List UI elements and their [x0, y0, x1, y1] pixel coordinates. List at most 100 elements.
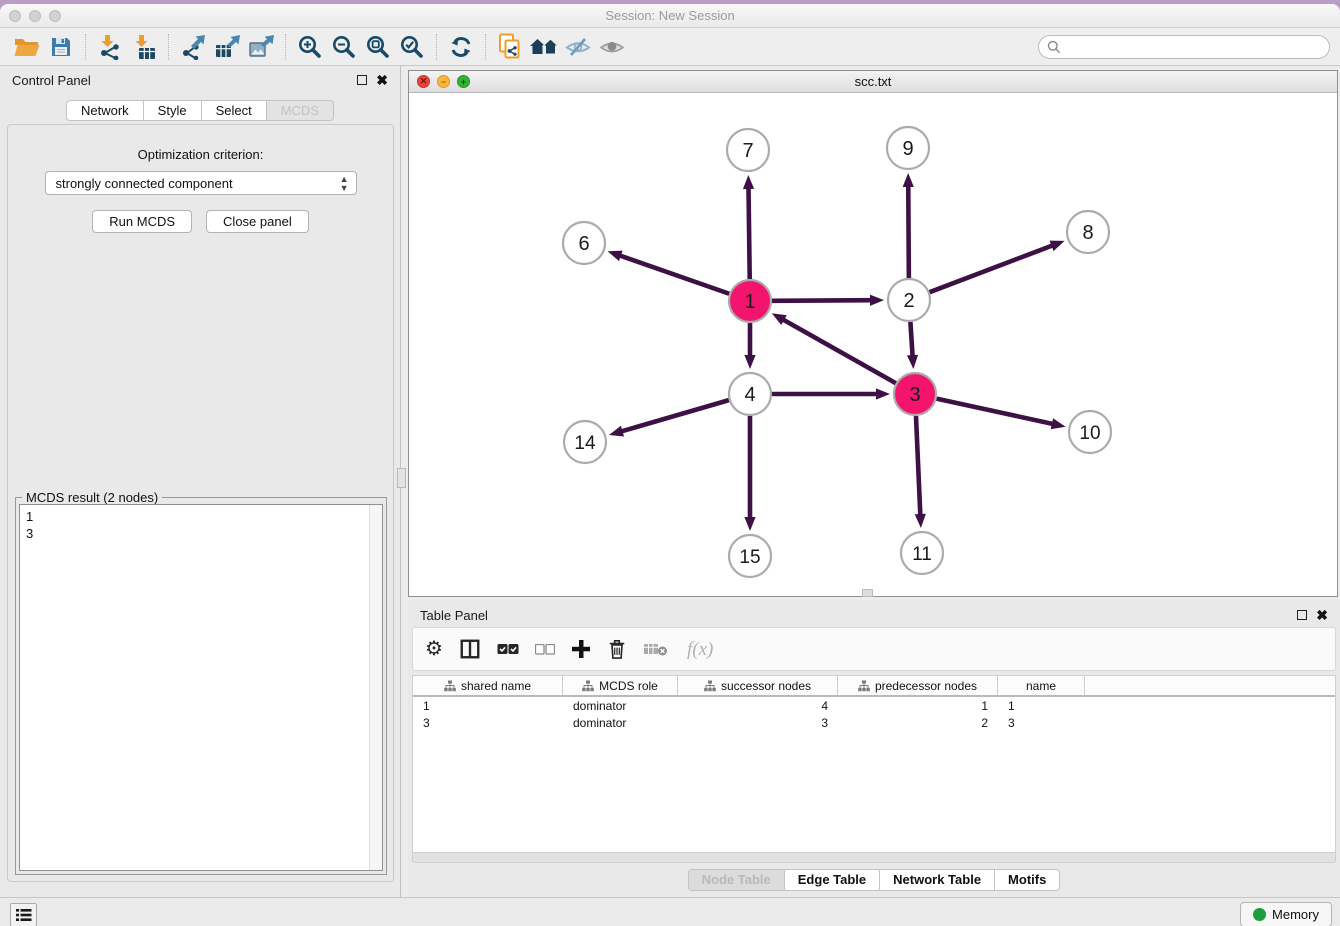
- network-window-titlebar[interactable]: ✕ − + scc.txt: [409, 71, 1337, 93]
- tab-motifs[interactable]: Motifs: [995, 869, 1060, 891]
- function-builder-icon[interactable]: f(x): [685, 637, 723, 661]
- network-canvas[interactable]: 7968124314101511: [409, 93, 1337, 596]
- open-file-icon[interactable]: [10, 31, 44, 63]
- mcds-panel: Optimization criterion: strongly connect…: [7, 124, 394, 882]
- toolbar-separator: [436, 34, 437, 60]
- hide-selected-eye-slash-icon[interactable]: [561, 31, 595, 63]
- column-sort-tree-icon: [704, 680, 716, 692]
- column-header-shared-name[interactable]: shared name: [413, 676, 563, 695]
- column-sort-tree-icon: [444, 680, 456, 692]
- apply-layout-refresh-icon[interactable]: [444, 31, 478, 63]
- add-column-icon[interactable]: [571, 639, 591, 659]
- column-header-predecessor-nodes[interactable]: predecessor nodes: [838, 676, 998, 695]
- criterion-value: strongly connected component: [56, 176, 233, 191]
- close-panel-icon[interactable]: ✖: [1316, 610, 1328, 620]
- table-cell[interactable]: 3: [998, 716, 1085, 730]
- table-cell[interactable]: dominator: [563, 716, 678, 730]
- save-session-icon[interactable]: [44, 31, 78, 63]
- mcds-result-text[interactable]: 13: [20, 505, 369, 870]
- table-tabs: Node Table Edge Table Network Table Moti…: [408, 869, 1340, 891]
- graph-node-label: 1: [744, 291, 755, 313]
- tab-network[interactable]: Network: [66, 100, 144, 121]
- column-header-MCDS-role[interactable]: MCDS role: [563, 676, 678, 695]
- graph-edge-1-7[interactable]: [748, 186, 749, 279]
- table-body: 1dominator4113dominator323: [413, 697, 1335, 731]
- export-image-icon[interactable]: [244, 31, 278, 63]
- select-all-columns-icon[interactable]: [497, 643, 519, 655]
- export-table-icon[interactable]: [210, 31, 244, 63]
- tab-edge-table[interactable]: Edge Table: [785, 869, 880, 891]
- search-field[interactable]: [1038, 35, 1330, 59]
- show-column-icon[interactable]: [459, 638, 481, 660]
- float-panel-icon[interactable]: [1297, 610, 1307, 620]
- criterion-select[interactable]: strongly connected component ▲▼: [45, 171, 357, 195]
- table-bottom-strip: [412, 853, 1336, 863]
- minimize-window-button[interactable]: [29, 10, 41, 22]
- graph-edge-3-10[interactable]: [936, 399, 1054, 425]
- close-window-button[interactable]: [9, 10, 21, 22]
- task-history-button[interactable]: [10, 903, 37, 926]
- delete-table-icon[interactable]: [643, 641, 669, 657]
- table-cell[interactable]: 3: [678, 716, 838, 730]
- graph-edge-arrowhead: [915, 514, 926, 528]
- network-close-icon[interactable]: ✕: [417, 75, 430, 88]
- table-cell[interactable]: dominator: [563, 699, 678, 713]
- graph-edge-2-3[interactable]: [910, 322, 912, 358]
- graph-node-label: 6: [578, 233, 589, 255]
- table-cell[interactable]: 1: [413, 699, 563, 713]
- column-header-successor-nodes[interactable]: successor nodes: [678, 676, 838, 695]
- panel-splitter-handle[interactable]: [397, 468, 406, 488]
- close-panel-button[interactable]: Close panel: [206, 210, 309, 233]
- table-cell[interactable]: 2: [838, 716, 998, 730]
- maximize-window-button[interactable]: [49, 10, 61, 22]
- search-input[interactable]: [1066, 40, 1321, 54]
- graph-node-label: 14: [574, 433, 596, 454]
- export-network-icon[interactable]: [176, 31, 210, 63]
- zoom-selected-icon[interactable]: [395, 31, 429, 63]
- unselect-all-columns-icon[interactable]: [535, 644, 555, 655]
- network-maximize-icon[interactable]: +: [457, 75, 470, 88]
- memory-button[interactable]: Memory: [1240, 902, 1332, 926]
- table-row[interactable]: 3dominator323: [413, 714, 1335, 731]
- delete-column-trash-icon[interactable]: [607, 638, 627, 660]
- main-titlebar: Session: New Session: [0, 4, 1340, 28]
- graph-edge-1-2[interactable]: [772, 300, 873, 301]
- float-panel-icon[interactable]: [357, 75, 367, 85]
- column-header-name[interactable]: name: [998, 676, 1085, 695]
- graph-edge-3-1[interactable]: [781, 319, 895, 384]
- import-table-icon[interactable]: [127, 31, 161, 63]
- network-minimize-icon[interactable]: −: [437, 75, 450, 88]
- panel-splitter-handle[interactable]: [862, 589, 873, 597]
- close-panel-icon[interactable]: ✖: [376, 75, 388, 85]
- graph-edge-2-9[interactable]: [908, 184, 909, 278]
- table-cell[interactable]: 3: [413, 716, 563, 730]
- tab-select[interactable]: Select: [202, 100, 267, 121]
- zoom-in-icon[interactable]: [293, 31, 327, 63]
- show-all-eye-icon[interactable]: [595, 31, 629, 63]
- run-mcds-button[interactable]: Run MCDS: [92, 210, 192, 233]
- tab-node-table[interactable]: Node Table: [688, 869, 785, 891]
- toolbar-separator: [285, 34, 286, 60]
- zoom-out-icon[interactable]: [327, 31, 361, 63]
- table-cell[interactable]: 1: [998, 699, 1085, 713]
- tab-network-table[interactable]: Network Table: [880, 869, 995, 891]
- home-icon[interactable]: [527, 31, 561, 63]
- graph-edge-3-11[interactable]: [916, 416, 920, 517]
- graph-edge-2-8[interactable]: [930, 245, 1055, 292]
- table-panel-title: Table Panel: [420, 608, 488, 623]
- graph-edge-1-6[interactable]: [618, 255, 729, 294]
- import-network-icon[interactable]: [93, 31, 127, 63]
- optimization-criterion-label: Optimization criterion:: [8, 147, 393, 162]
- result-scrollbar[interactable]: [369, 505, 382, 870]
- graph-edge-4-14[interactable]: [620, 400, 729, 432]
- tab-mcds[interactable]: MCDS: [267, 100, 334, 121]
- table-cell[interactable]: 1: [838, 699, 998, 713]
- table-options-gear-icon[interactable]: ⚙: [425, 639, 443, 659]
- graph-edge-arrowhead: [903, 173, 914, 187]
- node-table: shared nameMCDS rolesuccessor nodesprede…: [412, 675, 1336, 853]
- table-cell[interactable]: 4: [678, 699, 838, 713]
- new-network-from-selection-icon[interactable]: [493, 31, 527, 63]
- zoom-fit-icon[interactable]: [361, 31, 395, 63]
- table-row[interactable]: 1dominator411: [413, 697, 1335, 714]
- tab-style[interactable]: Style: [144, 100, 202, 121]
